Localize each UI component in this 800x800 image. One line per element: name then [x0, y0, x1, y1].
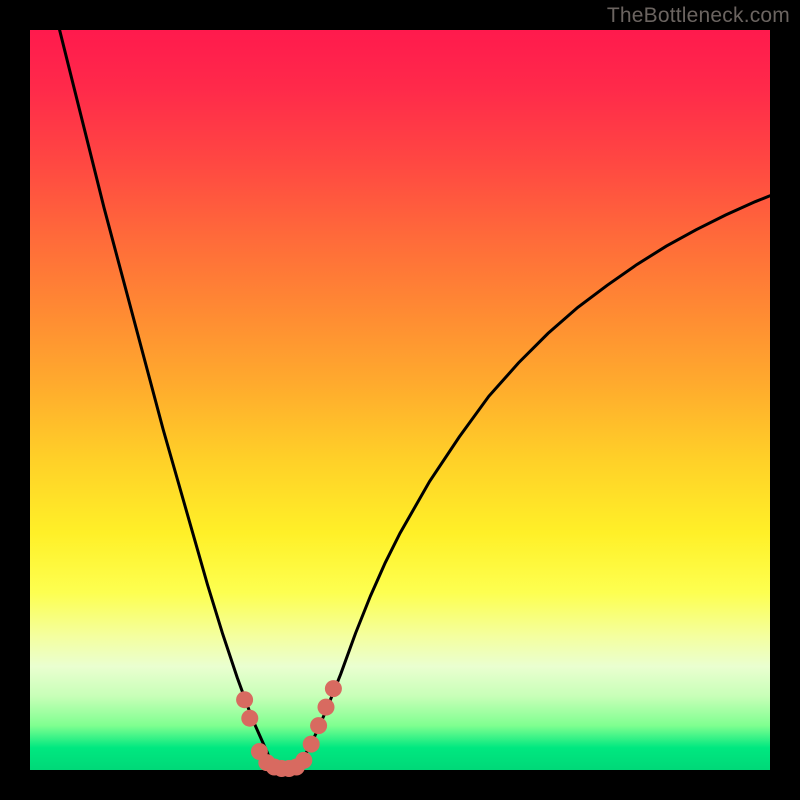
curve-layer	[30, 30, 770, 770]
marker-dot	[318, 699, 335, 716]
curve-right-branch	[296, 196, 770, 770]
curve-left-branch	[60, 30, 275, 770]
marker-dot	[310, 717, 327, 734]
marker-dot	[236, 691, 253, 708]
chart-frame: TheBottleneck.com	[0, 0, 800, 800]
marker-dot	[303, 736, 320, 753]
marker-dot	[325, 680, 342, 697]
watermark-text: TheBottleneck.com	[607, 4, 790, 28]
marker-dot	[241, 710, 258, 727]
marker-dot	[295, 752, 312, 769]
marker-group	[236, 680, 342, 777]
